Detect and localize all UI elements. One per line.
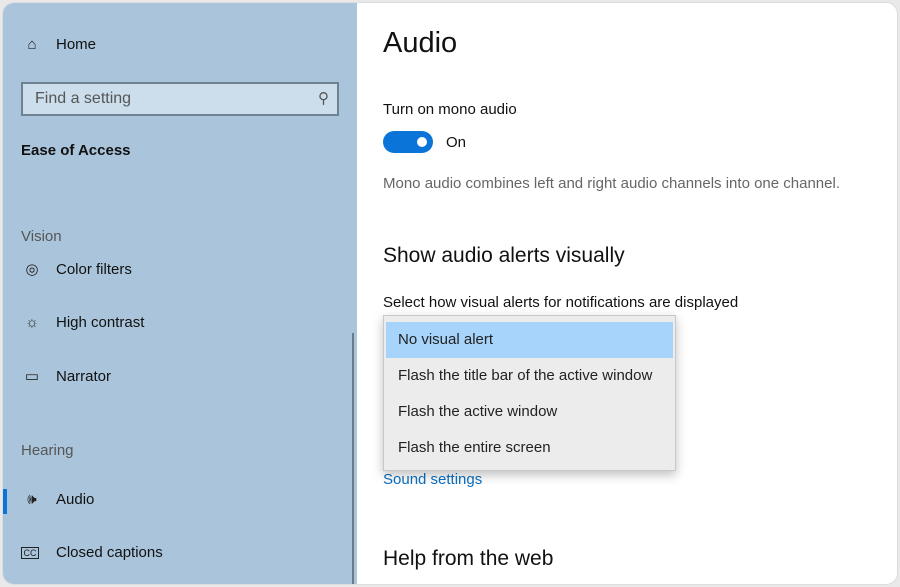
selected-indicator: [3, 489, 7, 514]
mono-audio-label: Turn on mono audio: [383, 101, 517, 118]
option-flash-title-bar[interactable]: Flash the title bar of the active window: [386, 358, 673, 394]
alerts-heading: Show audio alerts visually: [383, 244, 625, 267]
search-placeholder: Find a setting: [35, 90, 132, 107]
sidebar: ⌂ Home Find a setting ⚲ Ease of Access Vis…: [3, 3, 357, 584]
mono-audio-toggle[interactable]: [383, 131, 433, 153]
alerts-label: Select how visual alerts for notificatio…: [383, 294, 739, 311]
item-label: Closed captions: [56, 544, 163, 561]
category-title: Ease of Access: [21, 142, 131, 159]
sidebar-item-home[interactable]: ⌂ Home: [21, 36, 96, 53]
search-input[interactable]: Find a setting ⚲: [21, 82, 339, 116]
vision-header: Vision: [21, 228, 62, 245]
item-label: Audio: [56, 491, 95, 508]
sidebar-item-audio[interactable]: 🕪 Audio: [21, 491, 94, 508]
category-label: Ease of Access: [21, 142, 131, 159]
sidebar-item-closed-captions[interactable]: CC Closed captions: [21, 544, 163, 561]
sidebar-item-color-filters[interactable]: ◎ Color filters: [21, 260, 132, 279]
speaker-icon: 🕪: [27, 491, 37, 508]
item-label: Color filters: [56, 260, 132, 278]
sound-settings-link[interactable]: Sound settings: [383, 471, 482, 488]
home-icon: ⌂: [27, 36, 37, 53]
palette-icon: ◎: [25, 261, 39, 278]
narrator-icon: ▭: [24, 368, 40, 385]
mono-description: Mono audio combines left and right audio…: [383, 175, 840, 192]
sidebar-item-narrator[interactable]: ▭ Narrator: [21, 367, 112, 386]
option-flash-active-window[interactable]: Flash the active window: [386, 394, 673, 430]
item-label: High contrast: [56, 314, 145, 331]
hearing-header: Hearing: [21, 442, 74, 459]
visual-alert-dropdown: No visual alert Flash the title bar of t…: [383, 315, 676, 471]
toggle-state: On: [446, 134, 467, 151]
search-icon: ⚲: [318, 90, 329, 107]
item-label: Narrator: [56, 367, 112, 385]
scrollbar[interactable]: [352, 333, 354, 584]
home-label: Home: [56, 36, 97, 53]
option-no-visual-alert[interactable]: No visual alert: [386, 322, 673, 358]
sidebar-item-high-contrast[interactable]: ☼ High contrast: [21, 314, 144, 331]
cc-icon: CC: [21, 546, 39, 559]
option-flash-entire-screen[interactable]: Flash the entire screen: [386, 430, 673, 466]
sun-icon: ☼: [25, 314, 39, 331]
page-title: Audio: [383, 27, 458, 59]
settings-window: ⌂ Home Find a setting ⚲ Ease of Access Vis…: [2, 2, 898, 585]
help-heading: Help from the web: [383, 547, 554, 570]
